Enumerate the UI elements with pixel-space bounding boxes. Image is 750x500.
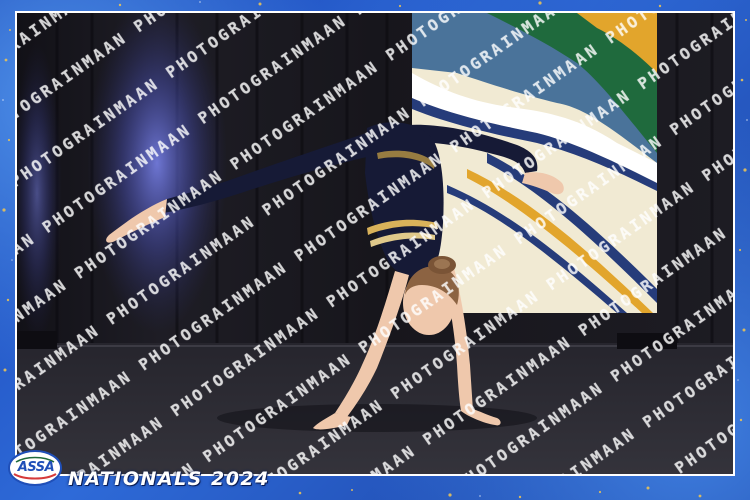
stage-scene [17, 13, 733, 474]
gymnast-photo: INMAAN PHOTOGRAPHY [15, 11, 735, 476]
logo-text: ASSA [17, 460, 55, 475]
event-title: NATIONALS 2024 [68, 468, 270, 490]
photo-frame: INMAAN PHOTOGRAPHY ASSA NATIONALS 2024 [0, 0, 750, 500]
